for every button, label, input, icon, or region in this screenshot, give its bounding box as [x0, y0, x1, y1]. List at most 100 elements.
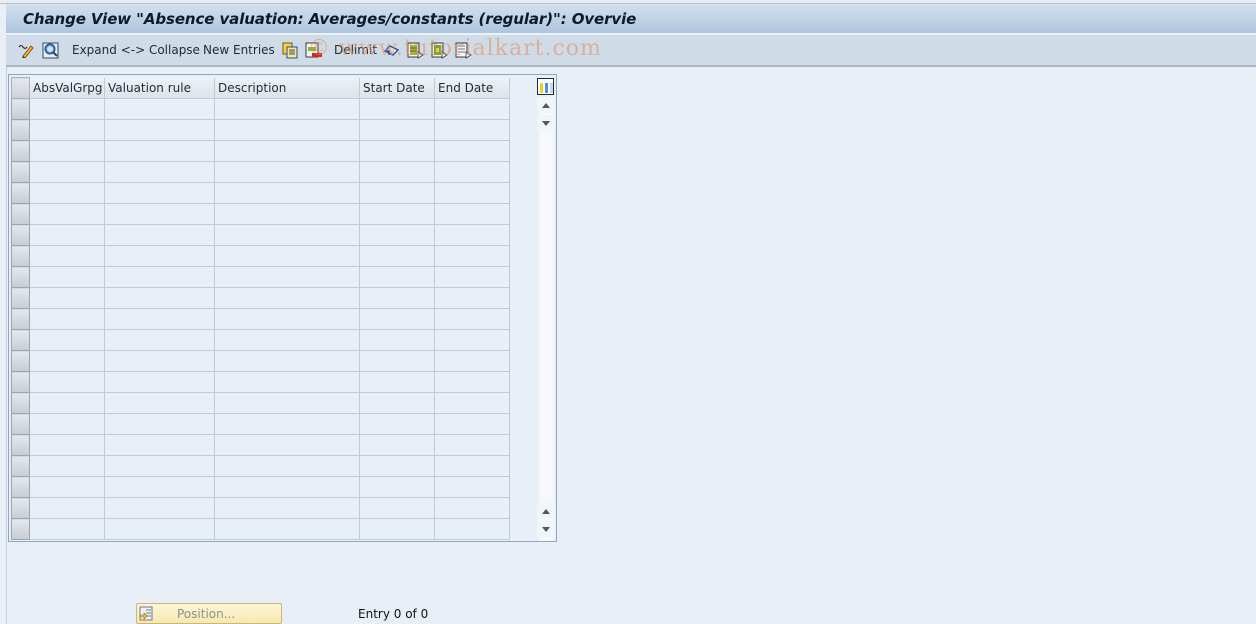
- cell-valuation-rule[interactable]: [104, 497, 215, 519]
- cell-end-date[interactable]: [434, 182, 510, 204]
- cell-valuation-rule[interactable]: [104, 266, 215, 288]
- cell-description[interactable]: [214, 119, 360, 141]
- cell-end-date[interactable]: [434, 497, 510, 519]
- cell-end-date[interactable]: [434, 476, 510, 498]
- cell-valuation-rule[interactable]: [104, 224, 215, 246]
- delimit-button[interactable]: Delimit: [334, 35, 377, 65]
- cell-start-date[interactable]: [359, 203, 435, 225]
- cell-start-date[interactable]: [359, 182, 435, 204]
- cell-absvalgrpg[interactable]: [29, 224, 105, 246]
- cell-valuation-rule[interactable]: [104, 518, 215, 540]
- cell-absvalgrpg[interactable]: [29, 287, 105, 309]
- cell-absvalgrpg[interactable]: [29, 266, 105, 288]
- cell-absvalgrpg[interactable]: [29, 518, 105, 540]
- cell-end-date[interactable]: [434, 266, 510, 288]
- row-selector-button[interactable]: [11, 392, 30, 414]
- cell-end-date[interactable]: [434, 455, 510, 477]
- cell-absvalgrpg[interactable]: [29, 245, 105, 267]
- column-header-valuation-rule[interactable]: Valuation rule: [104, 77, 215, 99]
- cell-start-date[interactable]: [359, 266, 435, 288]
- column-header-description[interactable]: Description: [214, 77, 360, 99]
- cell-valuation-rule[interactable]: [104, 98, 215, 120]
- cell-start-date[interactable]: [359, 308, 435, 330]
- row-selector-button[interactable]: [11, 413, 30, 435]
- cell-end-date[interactable]: [434, 371, 510, 393]
- cell-end-date[interactable]: [434, 392, 510, 414]
- cell-description[interactable]: [214, 245, 360, 267]
- cell-start-date[interactable]: [359, 476, 435, 498]
- cell-start-date[interactable]: [359, 518, 435, 540]
- cell-end-date[interactable]: [434, 518, 510, 540]
- cell-description[interactable]: [214, 287, 360, 309]
- cell-start-date[interactable]: [359, 392, 435, 414]
- cell-start-date[interactable]: [359, 245, 435, 267]
- cell-start-date[interactable]: [359, 140, 435, 162]
- cell-absvalgrpg[interactable]: [29, 371, 105, 393]
- cell-description[interactable]: [214, 413, 360, 435]
- cell-end-date[interactable]: [434, 98, 510, 120]
- cell-absvalgrpg[interactable]: [29, 476, 105, 498]
- cell-start-date[interactable]: [359, 497, 435, 519]
- row-selector-button[interactable]: [11, 371, 30, 393]
- cell-end-date[interactable]: [434, 203, 510, 225]
- cell-end-date[interactable]: [434, 308, 510, 330]
- cell-absvalgrpg[interactable]: [29, 329, 105, 351]
- cell-start-date[interactable]: [359, 371, 435, 393]
- row-selector-button[interactable]: [11, 245, 30, 267]
- cell-description[interactable]: [214, 182, 360, 204]
- cell-description[interactable]: [214, 518, 360, 540]
- cell-start-date[interactable]: [359, 161, 435, 183]
- cell-absvalgrpg[interactable]: [29, 119, 105, 141]
- row-selector-button[interactable]: [11, 497, 30, 519]
- cell-start-date[interactable]: [359, 329, 435, 351]
- cell-valuation-rule[interactable]: [104, 182, 215, 204]
- cell-absvalgrpg[interactable]: [29, 182, 105, 204]
- cell-valuation-rule[interactable]: [104, 392, 215, 414]
- row-selector-button[interactable]: [11, 182, 30, 204]
- cell-valuation-rule[interactable]: [104, 245, 215, 267]
- cell-start-date[interactable]: [359, 119, 435, 141]
- cell-absvalgrpg[interactable]: [29, 203, 105, 225]
- cell-start-date[interactable]: [359, 434, 435, 456]
- row-selector-button[interactable]: [11, 455, 30, 477]
- cell-description[interactable]: [214, 371, 360, 393]
- cell-absvalgrpg[interactable]: [29, 455, 105, 477]
- cell-description[interactable]: [214, 266, 360, 288]
- row-selector-button[interactable]: [11, 224, 30, 246]
- deselect-all-button[interactable]: [455, 35, 472, 65]
- row-selector-button[interactable]: [11, 203, 30, 225]
- cell-end-date[interactable]: [434, 434, 510, 456]
- cell-end-date[interactable]: [434, 224, 510, 246]
- position-button[interactable]: Position...: [136, 603, 282, 624]
- delete-button[interactable]: [305, 35, 323, 65]
- cell-valuation-rule[interactable]: [104, 287, 215, 309]
- cell-absvalgrpg[interactable]: [29, 161, 105, 183]
- cell-description[interactable]: [214, 161, 360, 183]
- cell-description[interactable]: [214, 455, 360, 477]
- cell-absvalgrpg[interactable]: [29, 497, 105, 519]
- row-selector-button[interactable]: [11, 119, 30, 141]
- cell-description[interactable]: [214, 392, 360, 414]
- cell-valuation-rule[interactable]: [104, 434, 215, 456]
- cell-absvalgrpg[interactable]: [29, 392, 105, 414]
- cell-absvalgrpg[interactable]: [29, 140, 105, 162]
- row-selector-button[interactable]: [11, 434, 30, 456]
- cell-description[interactable]: [214, 329, 360, 351]
- cell-absvalgrpg[interactable]: [29, 434, 105, 456]
- cell-description[interactable]: [214, 224, 360, 246]
- row-selector-button[interactable]: [11, 308, 30, 330]
- cell-absvalgrpg[interactable]: [29, 413, 105, 435]
- cell-start-date[interactable]: [359, 350, 435, 372]
- cell-description[interactable]: [214, 203, 360, 225]
- details-button[interactable]: [42, 35, 59, 65]
- cell-valuation-rule[interactable]: [104, 476, 215, 498]
- column-configuration-button[interactable]: [537, 78, 554, 95]
- cell-valuation-rule[interactable]: [104, 203, 215, 225]
- cell-description[interactable]: [214, 308, 360, 330]
- cell-end-date[interactable]: [434, 413, 510, 435]
- cell-valuation-rule[interactable]: [104, 350, 215, 372]
- column-header-end-date[interactable]: End Date: [434, 77, 510, 99]
- select-all-button[interactable]: [407, 35, 424, 65]
- select-block-button[interactable]: [431, 35, 448, 65]
- cell-valuation-rule[interactable]: [104, 371, 215, 393]
